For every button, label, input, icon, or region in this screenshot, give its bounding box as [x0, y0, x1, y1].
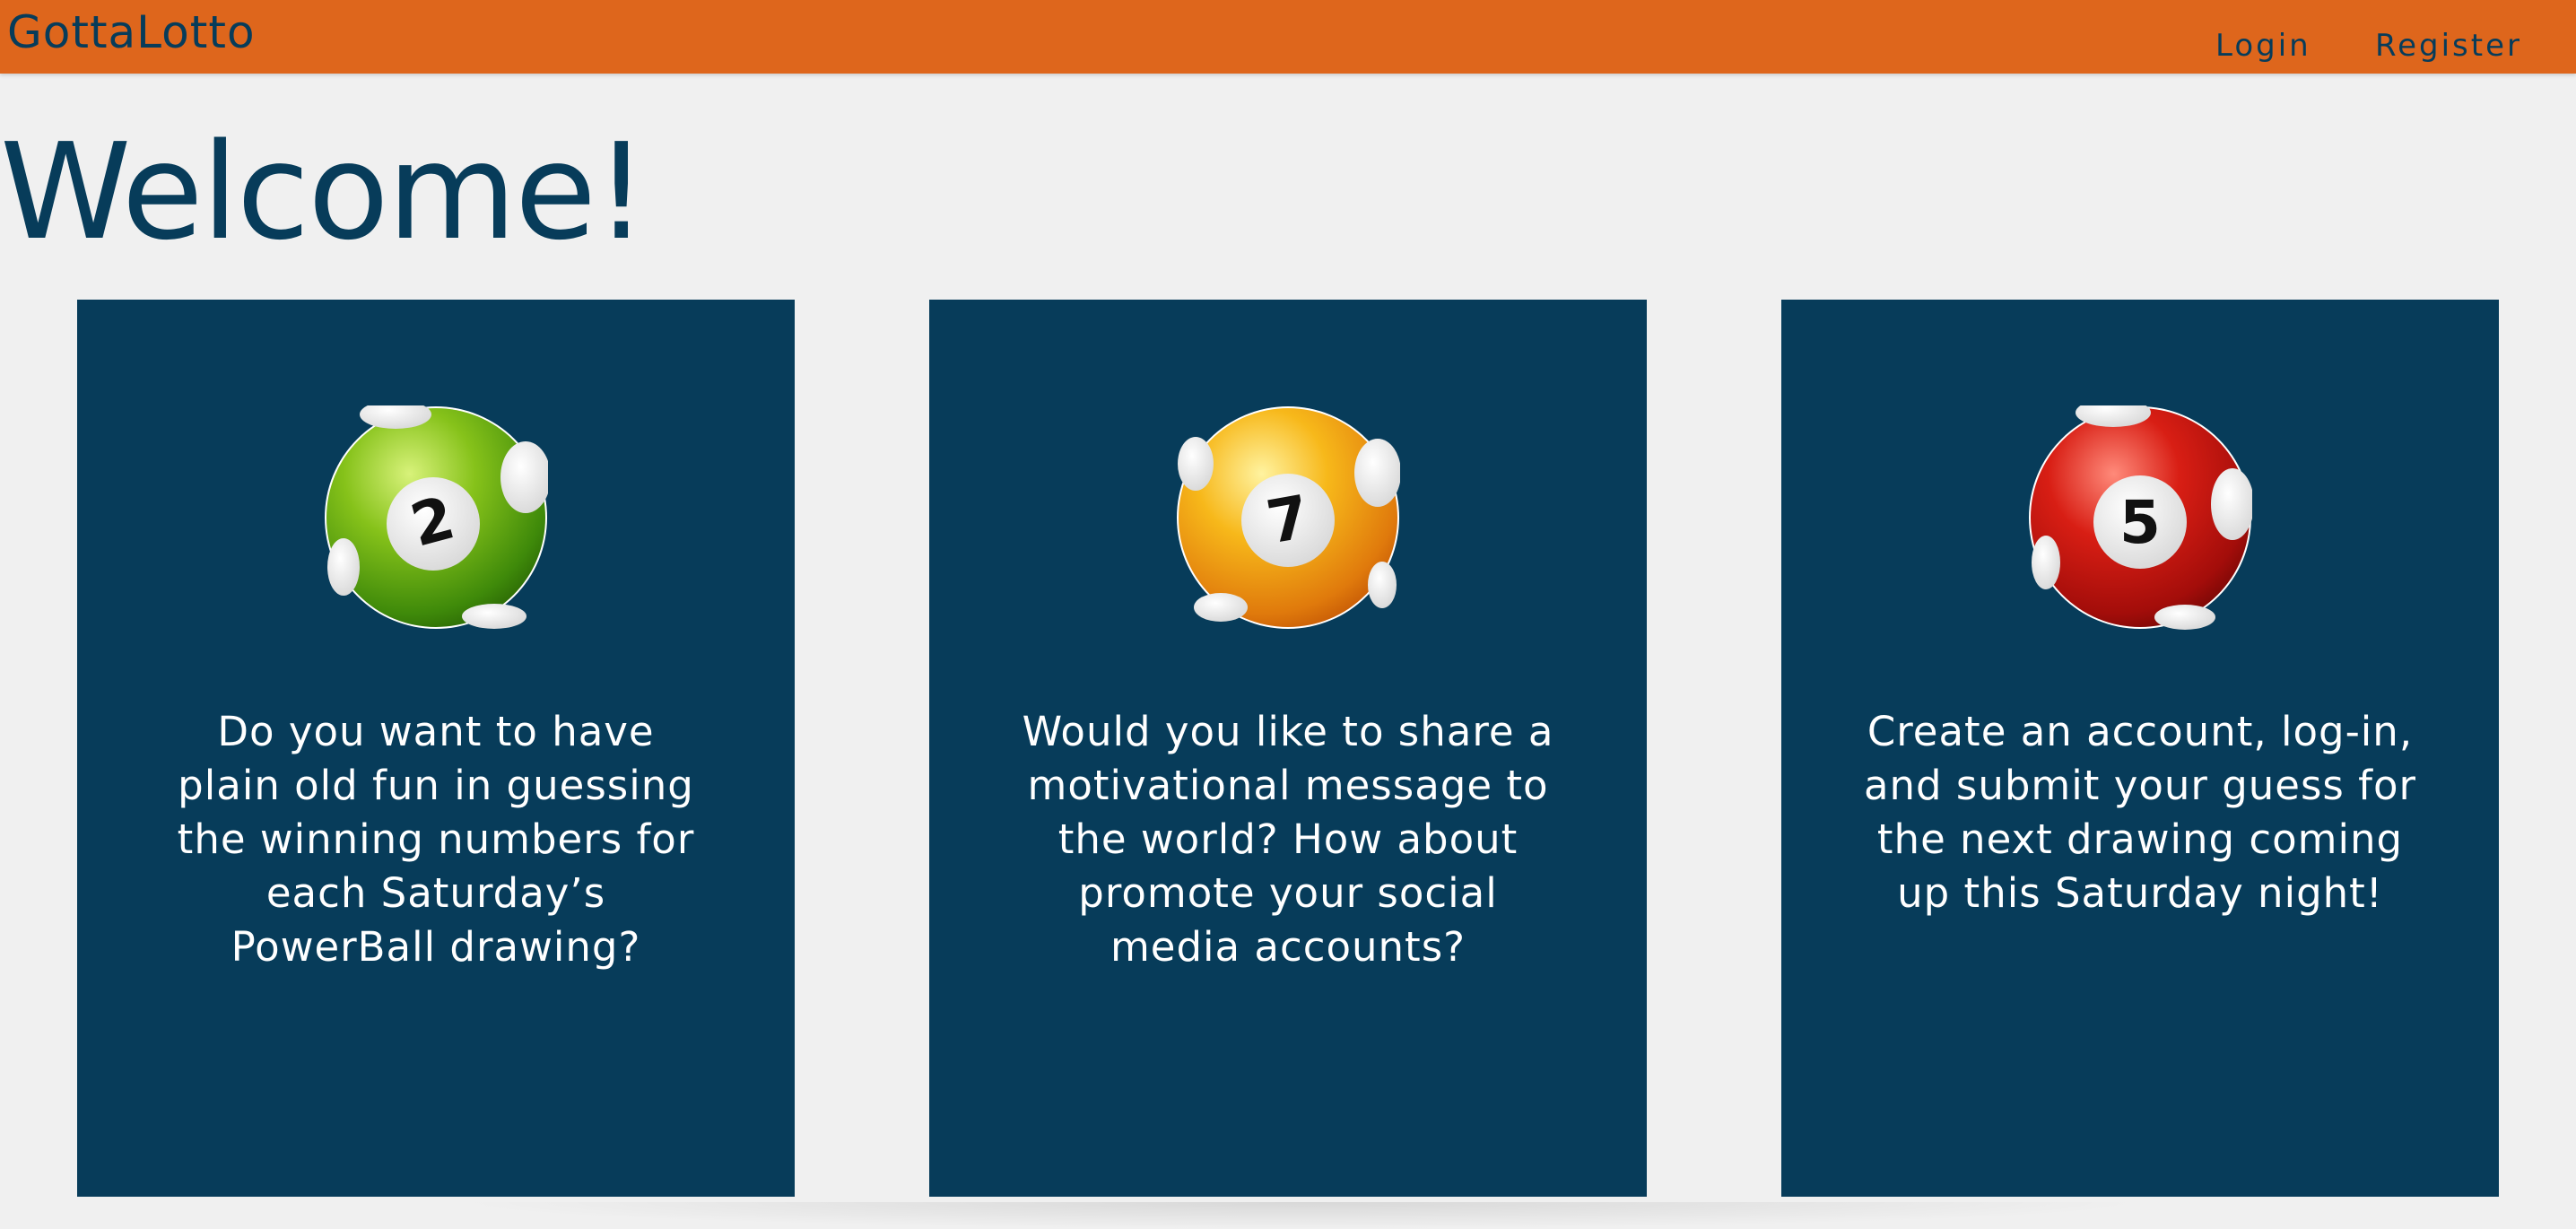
info-card-create-account: 5 Create an account, log-in, and submit …	[1781, 300, 2499, 1197]
footer-shadow	[448, 1202, 2153, 1229]
lottery-ball-7-icon: 7	[1177, 406, 1400, 629]
navbar: GottaLotto Login Register	[0, 0, 2576, 74]
ball-number: 5	[2119, 488, 2161, 557]
brand-logo[interactable]: GottaLotto	[7, 4, 256, 61]
lottery-ball-2-icon: 2	[325, 405, 548, 629]
page-title: Welcome!	[0, 115, 648, 269]
info-card-fun: 2 Do you want to have plain old fun in g…	[77, 300, 795, 1197]
login-link[interactable]: Login	[2215, 25, 2311, 66]
register-link[interactable]: Register	[2375, 25, 2522, 66]
lottery-ball-5-icon: 5	[2029, 405, 2252, 630]
info-card-motivational: 7 Would you like to share a motivational…	[929, 300, 1647, 1197]
card-text: Create an account, log-in, and submit yo…	[1863, 708, 2417, 917]
card-text: Do you want to have plain old fun in gue…	[177, 708, 695, 971]
card-text: Would you like to share a motivational m…	[1022, 708, 1554, 971]
